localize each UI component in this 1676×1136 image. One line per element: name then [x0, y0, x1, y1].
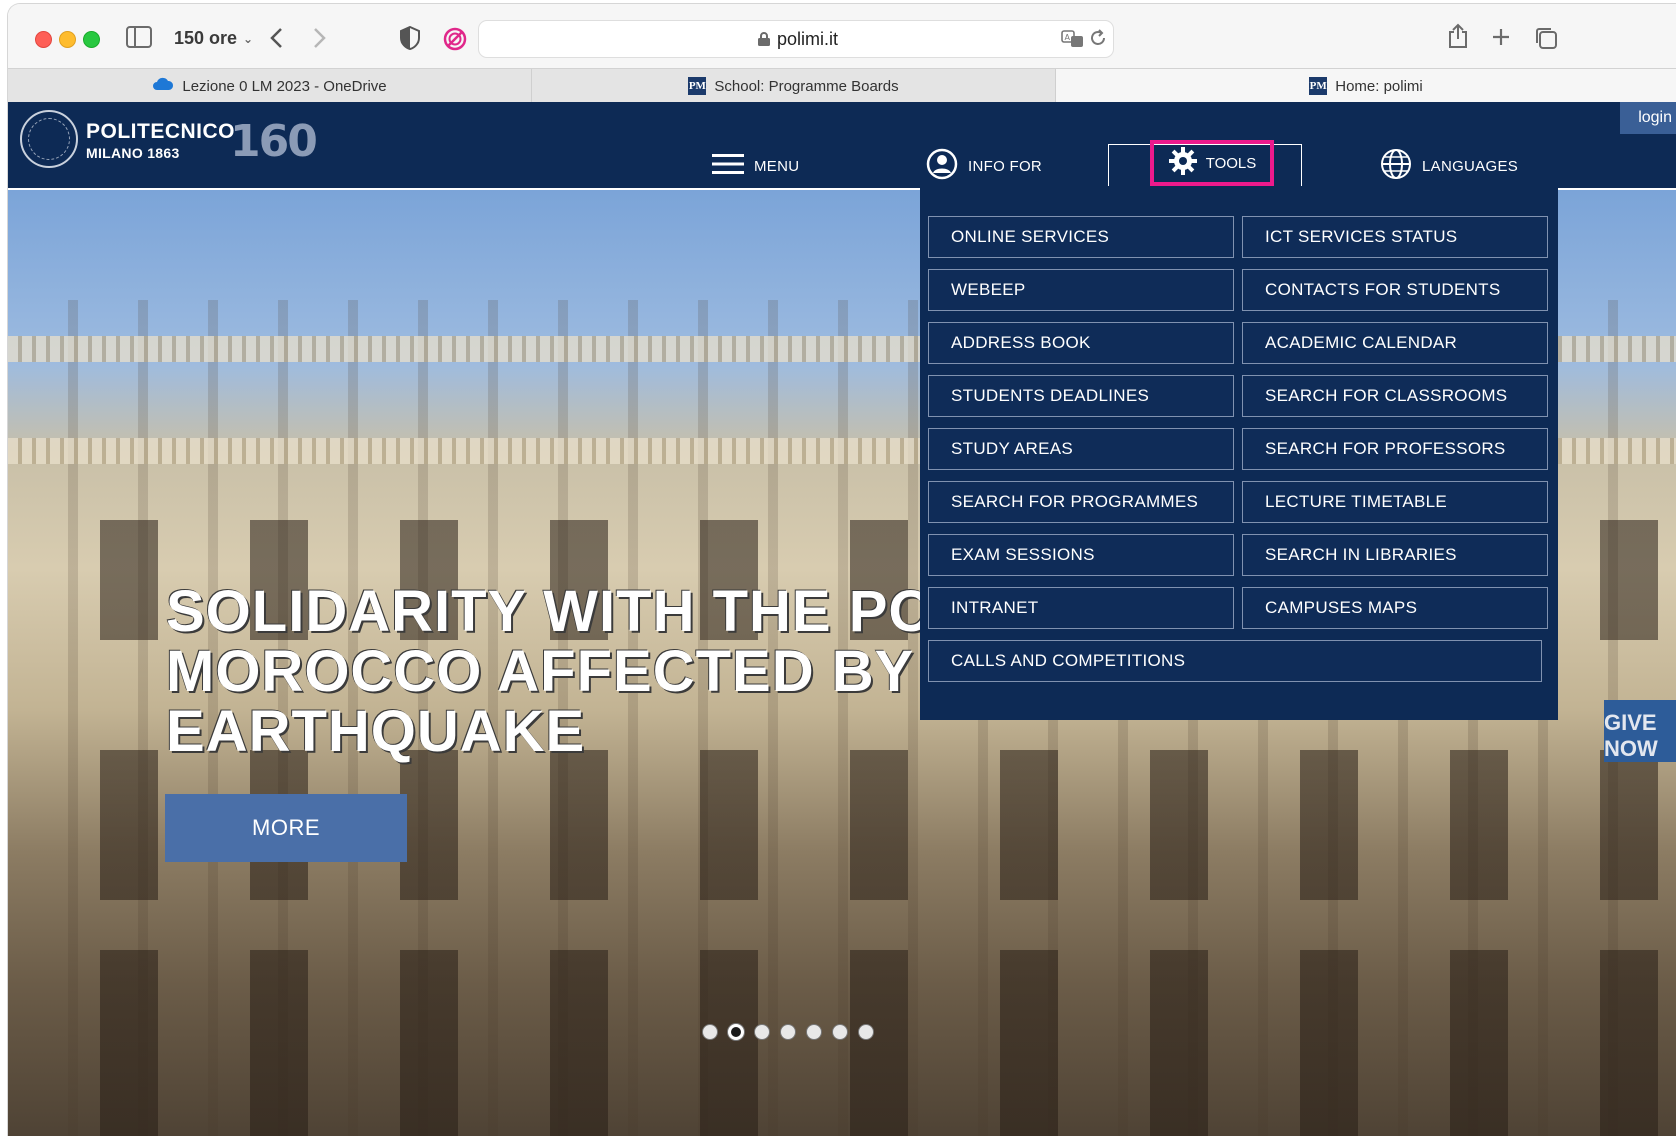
tab-home-polimi[interactable]: PM Home: polimi: [1056, 69, 1676, 103]
tab-label: School: Programme Boards: [714, 77, 899, 95]
tools-dropdown: ONLINE SERVICES ICT SERVICES STATUS WEBE…: [920, 188, 1558, 720]
tool-campuses-maps[interactable]: CAMPUSES MAPS: [1242, 587, 1548, 629]
nav-languages-label: LANGUAGES: [1422, 157, 1519, 175]
tab-group-label: 150 ore: [174, 28, 238, 48]
tool-lecture-timetable[interactable]: LECTURE TIMETABLE: [1242, 481, 1548, 523]
url-text: polimi.it: [777, 29, 839, 49]
browser-window: 150 ore ⌄ polimi.it A Lezione 0 LM 2023 …: [8, 4, 1676, 1136]
web-page: SOLIDARITY WITH THE PO MOROCCO AFFECTED …: [8, 102, 1676, 1136]
minimize-window-button[interactable]: [59, 31, 76, 48]
tab-group-selector[interactable]: 150 ore ⌄: [174, 28, 253, 49]
slider-dots: [702, 1024, 874, 1040]
tab-label: Lezione 0 LM 2023 - OneDrive: [182, 77, 387, 95]
nav-menu-label: MENU: [754, 157, 800, 175]
tool-intranet[interactable]: INTRANET: [928, 587, 1234, 629]
slider-dot[interactable]: [832, 1024, 848, 1040]
tab-label: Home: polimi: [1335, 77, 1423, 95]
site-header: POLITECNICO MILANO 1863 160 login MENU I…: [8, 102, 1676, 190]
translate-icon[interactable]: A: [1061, 29, 1085, 49]
tool-online-services[interactable]: ONLINE SERVICES: [928, 216, 1234, 258]
tool-search-for-professors[interactable]: SEARCH FOR PROFESSORS: [1242, 428, 1548, 470]
tool-search-in-libraries[interactable]: SEARCH IN LIBRARIES: [1242, 534, 1548, 576]
slider-dot[interactable]: [806, 1024, 822, 1040]
zoom-window-button[interactable]: [83, 31, 100, 48]
tool-search-for-classrooms[interactable]: SEARCH FOR CLASSROOMS: [1242, 375, 1548, 417]
tool-address-book[interactable]: ADDRESS BOOK: [928, 322, 1234, 364]
polimi-favicon-icon: PM: [1309, 77, 1328, 95]
gear-icon: [1168, 146, 1198, 180]
share-icon[interactable]: [1445, 22, 1471, 50]
logo-subtitle[interactable]: MILANO 1863: [86, 145, 180, 161]
cloud-icon: [152, 77, 174, 95]
sidebar-toggle-icon[interactable]: [126, 26, 152, 48]
tool-search-for-programmes[interactable]: SEARCH FOR PROGRAMMES: [928, 481, 1234, 523]
new-tab-icon[interactable]: [1488, 24, 1514, 50]
tool-study-areas[interactable]: STUDY AREAS: [928, 428, 1234, 470]
content-blocker-icon[interactable]: [442, 26, 468, 52]
lock-icon: [757, 31, 771, 47]
login-button[interactable]: login: [1620, 102, 1676, 134]
decorative-windows: [8, 950, 1676, 1136]
chevron-down-icon: ⌄: [243, 31, 254, 46]
nav-info-for-label: INFO FOR: [968, 157, 1043, 175]
address-bar[interactable]: polimi.it A: [478, 20, 1114, 58]
nav-languages[interactable]: LANGUAGES: [1380, 146, 1518, 186]
globe-icon: [1380, 148, 1412, 184]
user-icon: [926, 148, 958, 184]
browser-toolbar: 150 ore ⌄ polimi.it A: [8, 4, 1676, 72]
back-icon[interactable]: [264, 26, 288, 50]
svg-text:A: A: [1065, 33, 1071, 42]
tab-overview-icon[interactable]: [1532, 24, 1560, 52]
nav-menu[interactable]: MENU: [712, 146, 799, 186]
slider-dot[interactable]: [702, 1024, 718, 1040]
tool-students-deadlines[interactable]: STUDENTS DEADLINES: [928, 375, 1234, 417]
slider-dot[interactable]: [858, 1024, 874, 1040]
slider-dot[interactable]: [754, 1024, 770, 1040]
tab-programme-boards[interactable]: PM School: Programme Boards: [532, 69, 1056, 103]
slider-dot[interactable]: [780, 1024, 796, 1040]
polimi-seal-logo[interactable]: [20, 110, 78, 168]
hamburger-icon: [712, 153, 744, 179]
nav-info-for[interactable]: INFO FOR: [926, 146, 1042, 186]
tool-webeep[interactable]: WEBEEP: [928, 269, 1234, 311]
tab-bar: Lezione 0 LM 2023 - OneDrive PM School: …: [8, 68, 1676, 104]
tool-exam-sessions[interactable]: EXAM SESSIONS: [928, 534, 1234, 576]
logo-name[interactable]: POLITECNICO: [86, 120, 235, 144]
close-window-button[interactable]: [35, 31, 52, 48]
anniversary-logo: 160: [230, 116, 318, 167]
polimi-favicon-icon: PM: [688, 77, 707, 95]
privacy-shield-icon[interactable]: [398, 26, 422, 50]
tool-calls-and-competitions[interactable]: CALLS AND COMPETITIONS: [928, 640, 1542, 682]
tool-contacts-for-students[interactable]: CONTACTS FOR STUDENTS: [1242, 269, 1548, 311]
tool-academic-calendar[interactable]: ACADEMIC CALENDAR: [1242, 322, 1548, 364]
more-button[interactable]: MORE: [165, 794, 407, 862]
tool-ict-services-status[interactable]: ICT SERVICES STATUS: [1242, 216, 1548, 258]
nav-tools[interactable]: TOOLS: [1150, 140, 1274, 186]
tab-onedrive[interactable]: Lezione 0 LM 2023 - OneDrive: [8, 69, 532, 103]
reload-icon[interactable]: [1089, 29, 1109, 49]
give-now-banner[interactable]: GIVE NOW: [1604, 700, 1676, 762]
nav-tools-label: TOOLS: [1205, 154, 1257, 172]
forward-icon[interactable]: [308, 26, 332, 50]
slider-dot-active[interactable]: [728, 1024, 744, 1040]
